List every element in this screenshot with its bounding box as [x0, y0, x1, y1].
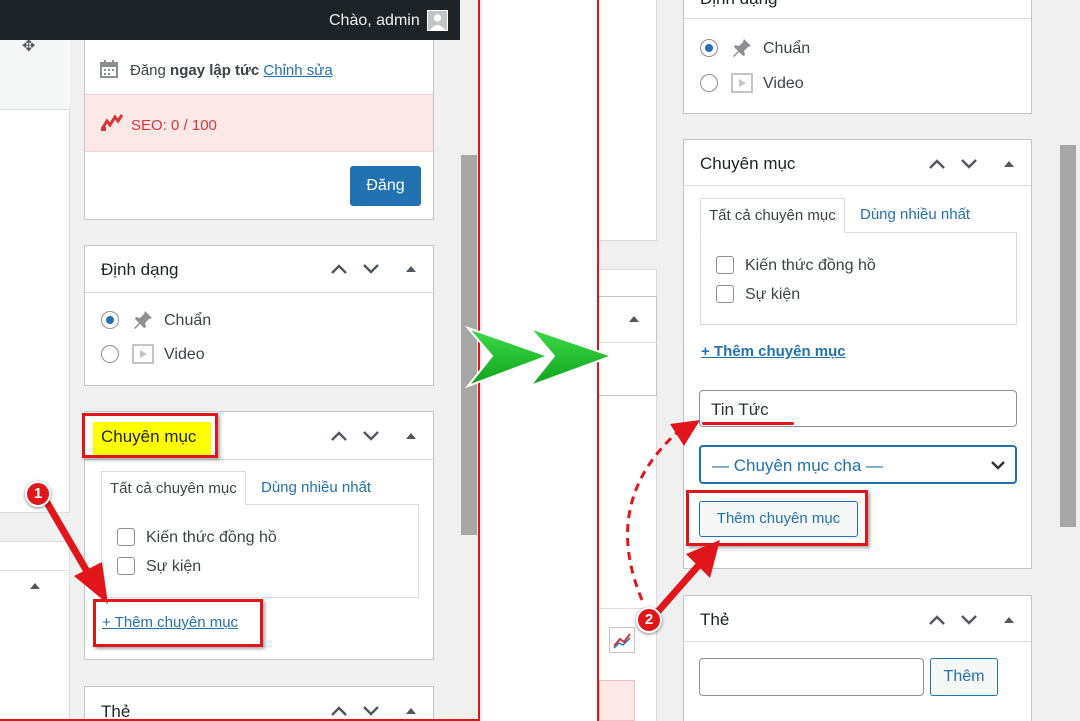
publish-button[interactable]: Đăng: [350, 166, 421, 206]
editor-divider: [599, 240, 657, 270]
category-label-2: Sự kiện: [745, 286, 801, 303]
editor-notice: [599, 680, 635, 721]
move-down-icon[interactable]: [361, 426, 381, 446]
step-badge-1: 1: [25, 481, 51, 507]
move-up-icon[interactable]: [329, 426, 349, 446]
format-box: Định dạng Chuẩn Video: [683, 0, 1032, 114]
move-down-icon[interactable]: [959, 154, 979, 174]
move-up-icon[interactable]: [329, 259, 349, 279]
publish-box: Đăng ngay lập tức Chỉnh sửa SEO: 0 / 100…: [84, 40, 434, 220]
move-down-icon[interactable]: [361, 701, 381, 721]
format-box-title: Định dạng: [700, 0, 778, 9]
category-list: [700, 232, 1017, 325]
category-label-2: Sự kiện: [146, 558, 202, 575]
format-label-video: Video: [763, 75, 804, 92]
format-label-video: Video: [164, 346, 205, 363]
category-box-title: Chuyên mục: [700, 154, 796, 173]
tab-all-categories[interactable]: Tất cả chuyên mục: [700, 198, 845, 233]
category-list: [101, 504, 419, 598]
input-underline-mark: [702, 422, 794, 425]
avatar[interactable]: [427, 10, 448, 31]
collapse-icon[interactable]: [401, 259, 421, 279]
tab-popular-categories[interactable]: Dùng nhiều nhất: [860, 206, 970, 223]
step-badge-2: 2: [636, 607, 662, 633]
move-up-icon[interactable]: [927, 154, 947, 174]
publish-schedule-value: ngay lập tức: [170, 62, 260, 79]
collapse-icon[interactable]: [629, 316, 639, 322]
category-checkbox-2[interactable]: [716, 285, 734, 303]
pin-icon: [731, 37, 753, 64]
calendar-icon: [99, 59, 119, 84]
parent-category-value: — Chuyên mục cha —: [712, 456, 884, 475]
seo-score: SEO: 0 / 100: [131, 117, 217, 134]
video-icon: [731, 72, 753, 99]
green-arrow-icon: [464, 325, 615, 389]
tags-box: Thẻ Thêm: [683, 595, 1032, 721]
format-label-standard: Chuẩn: [164, 312, 212, 329]
video-icon: [132, 343, 154, 370]
move-up-icon[interactable]: [927, 610, 947, 630]
parent-category-select[interactable]: — Chuyên mục cha —: [699, 445, 1017, 484]
collapse-icon[interactable]: [401, 701, 421, 721]
chevron-down-icon: [989, 456, 1007, 479]
seo-icon: [100, 113, 124, 136]
pin-icon: [132, 309, 154, 336]
highlight-box-category-title: [82, 413, 218, 458]
collapse-icon[interactable]: [401, 426, 421, 446]
chart-icon[interactable]: [609, 627, 635, 653]
move-down-icon[interactable]: [959, 610, 979, 630]
new-category-value: Tin Tức: [711, 400, 769, 419]
admin-greeting[interactable]: Chào, admin: [329, 12, 420, 30]
tags-box: Thẻ: [84, 686, 434, 721]
format-radio-standard[interactable]: [101, 311, 119, 329]
move-down-icon[interactable]: [361, 259, 381, 279]
collapse-icon[interactable]: [999, 610, 1019, 630]
tab-popular-categories[interactable]: Dùng nhiều nhất: [261, 479, 371, 496]
format-label-standard: Chuẩn: [763, 40, 811, 57]
category-checkbox-1[interactable]: [716, 256, 734, 274]
format-radio-video[interactable]: [700, 74, 718, 92]
category-label-1: Kiến thức đồng hồ: [146, 529, 277, 546]
format-radio-video[interactable]: [101, 345, 119, 363]
collapse-icon[interactable]: [999, 154, 1019, 174]
tag-input[interactable]: [699, 658, 924, 696]
edit-schedule-link[interactable]: Chỉnh sửa: [263, 62, 332, 79]
scrollbar-thumb[interactable]: [1060, 145, 1076, 527]
format-box-title: Định dạng: [101, 260, 179, 279]
add-tag-button[interactable]: Thêm: [930, 658, 998, 696]
publish-schedule-label: Đăng: [130, 62, 171, 79]
format-box: Định dạng Chuẩn Video: [84, 245, 434, 386]
format-radio-standard[interactable]: [700, 39, 718, 57]
category-label-1: Kiến thức đồng hồ: [745, 257, 876, 274]
move-up-icon[interactable]: [329, 701, 349, 721]
add-category-link[interactable]: + Thêm chuyên mục: [701, 343, 846, 360]
